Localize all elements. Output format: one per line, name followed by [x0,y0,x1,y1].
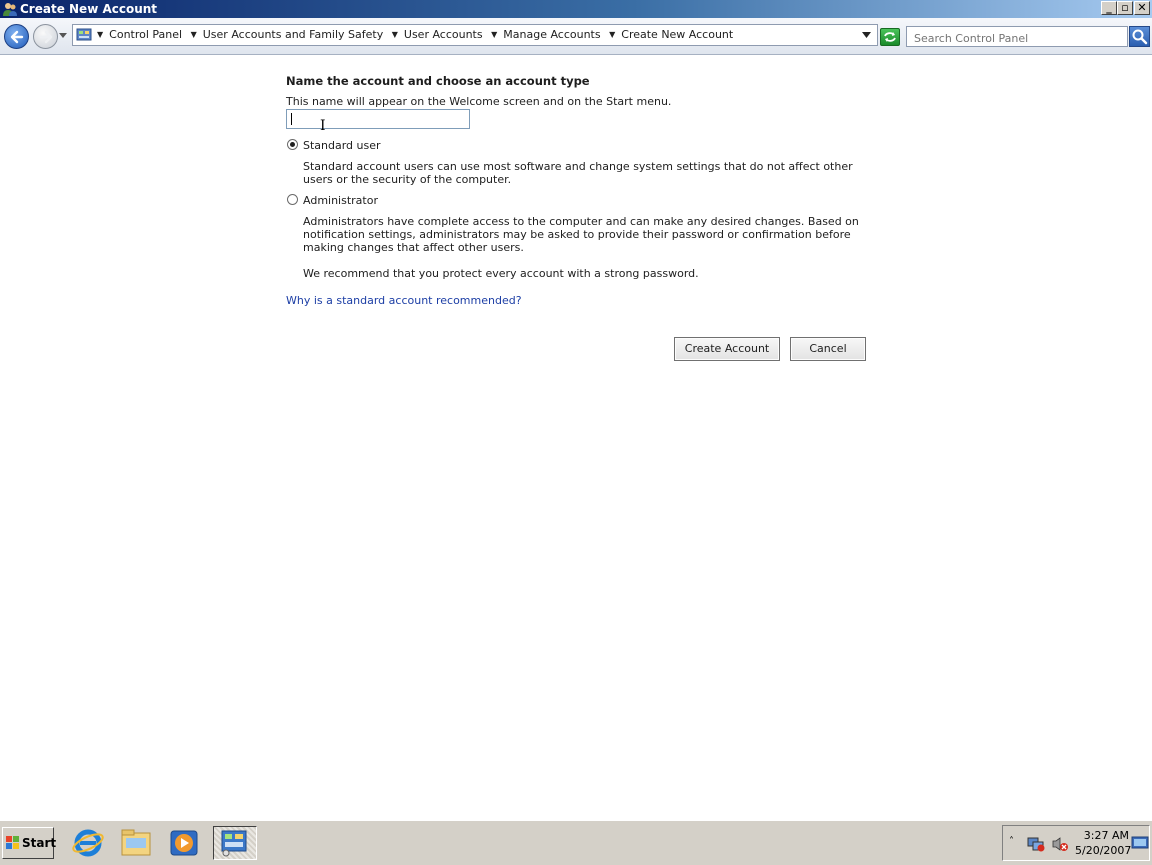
volume-muted-icon[interactable] [1051,836,1069,852]
clock-date[interactable]: 5/20/2007 [1075,844,1131,857]
breadcrumb-control-panel[interactable]: Control Panel [109,28,182,41]
text-caret [291,113,292,125]
address-field[interactable]: ▼ Control Panel ▼ User Accounts and Family… [72,24,878,46]
refresh-button[interactable] [880,28,900,46]
minimize-icon: _ [1106,1,1112,14]
back-button[interactable] [4,24,29,49]
mouse-ibeam-cursor-icon: I [320,118,326,134]
search-input[interactable] [906,26,1128,47]
breadcrumb-user-accounts-family-safety[interactable]: User Accounts and Family Safety [203,28,383,41]
system-tray: ˄ 3:27 AM 5/20/2007 [1002,825,1150,861]
breadcrumb: ▼ Control Panel ▼ User Accounts and Family… [97,28,738,41]
administrator-radio[interactable] [287,194,298,205]
chevron-down-icon[interactable]: ▼ [609,30,615,39]
taskbar: Start ˄ 3:27 AM 5/20/2007 [0,820,1152,865]
chevron-down-icon[interactable]: ▼ [491,30,497,39]
windows-logo-icon [6,836,19,849]
control-panel-task-button[interactable] [213,826,257,860]
create-account-button[interactable]: Create Account [674,337,780,361]
chevron-down-icon[interactable]: ▼ [392,30,398,39]
control-panel-icon [76,27,92,46]
search-button[interactable] [1129,26,1150,47]
account-name-input[interactable] [286,109,470,129]
forward-arrow-icon [39,30,53,44]
close-icon: ✕ [1137,1,1147,14]
internet-explorer-icon[interactable] [70,826,106,860]
recent-pages-dropdown[interactable] [59,33,67,39]
page-title: Name the account and choose an account t… [286,74,590,88]
start-button[interactable]: Start [2,827,57,859]
administrator-description: Administrators have complete access to t… [303,215,859,254]
breadcrumb-create-new-account[interactable]: Create New Account [621,28,733,41]
standard-user-description: Standard account users can use most soft… [303,160,853,186]
address-dropdown-icon[interactable] [862,32,871,38]
minimize-button[interactable]: _ [1101,1,1117,15]
close-button[interactable]: ✕ [1134,1,1150,15]
back-arrow-icon [10,30,24,44]
network-icon[interactable] [1027,836,1045,852]
user-accounts-icon [2,1,18,17]
breadcrumb-user-accounts[interactable]: User Accounts [404,28,483,41]
start-label: Start [22,836,57,850]
restore-icon: ▫ [1121,1,1129,14]
media-player-icon[interactable] [166,826,202,860]
administrator-label[interactable]: Administrator [303,194,378,207]
windows-explorer-icon[interactable] [118,826,154,860]
show-hidden-icons-icon[interactable]: ˄ [1009,836,1014,847]
cancel-button[interactable]: Cancel [790,337,866,361]
chevron-down-icon[interactable]: ▼ [97,30,103,39]
forward-button[interactable] [33,24,58,49]
restore-button[interactable]: ▫ [1117,1,1133,15]
name-helper-text: This name will appear on the Welcome scr… [286,95,672,108]
chevron-down-icon[interactable]: ▼ [191,30,197,39]
window-title: Create New Account [20,2,158,16]
main-content: Name the account and choose an account t… [0,55,1152,820]
control-panel-icon [221,830,247,857]
why-standard-account-link[interactable]: Why is a standard account recommended? [286,294,522,307]
breadcrumb-manage-accounts[interactable]: Manage Accounts [503,28,600,41]
refresh-icon [884,32,896,42]
password-recommendation: We recommend that you protect every acco… [303,267,699,280]
show-desktop-icon[interactable] [1131,835,1149,851]
search-icon [1132,29,1148,45]
standard-user-radio[interactable] [287,139,298,150]
standard-user-label[interactable]: Standard user [303,139,381,152]
title-bar[interactable]: Create New Account _ ▫ ✕ [0,0,1152,18]
clock-time[interactable]: 3:27 AM [1083,829,1129,842]
